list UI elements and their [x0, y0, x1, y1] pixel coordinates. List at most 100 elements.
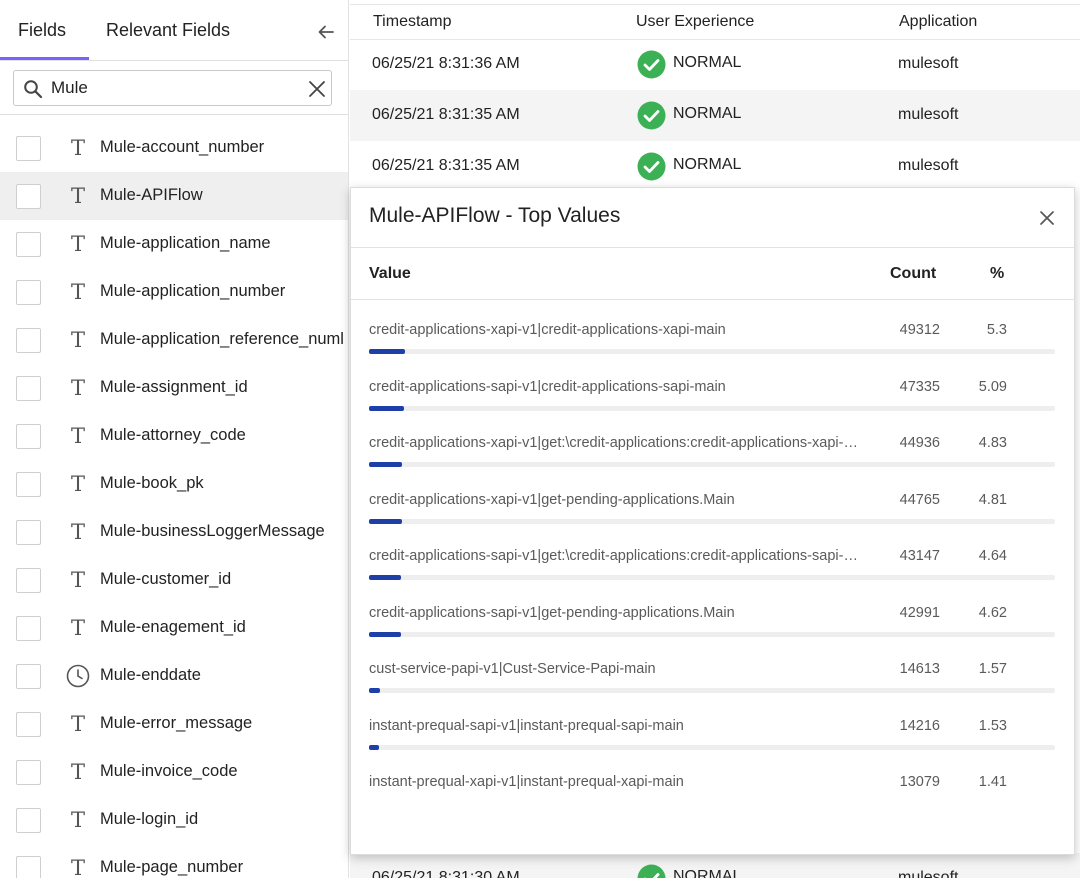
- field-checkbox[interactable]: [16, 280, 41, 305]
- top-value-row[interactable]: credit-applications-xapi-v1|get:\credit-…: [351, 435, 1074, 491]
- top-value-label: credit-applications-sapi-v1|get:\credit-…: [369, 548, 869, 564]
- text-type-icon: T: [70, 280, 85, 304]
- field-name: Mule-login_id: [100, 810, 199, 828]
- close-icon[interactable]: [1037, 208, 1057, 228]
- field-checkbox[interactable]: [16, 520, 41, 545]
- top-value-row[interactable]: instant-prequal-xapi-v1|instant-prequal-…: [351, 774, 1074, 830]
- text-type-icon: T: [70, 376, 85, 400]
- text-type-icon: T: [70, 856, 85, 878]
- arrow-left-icon[interactable]: [316, 22, 336, 42]
- close-icon[interactable]: [307, 79, 327, 99]
- top-value-percent: 4.64: [978, 548, 1007, 564]
- field-name: Mule-application_reference_numl: [100, 330, 344, 348]
- field-list-item[interactable]: T Mule-APIFlow: [0, 172, 348, 220]
- field-name: Mule-invoice_code: [100, 762, 238, 780]
- top-value-percent: 5.09: [978, 378, 1007, 395]
- top-value-row[interactable]: credit-applications-sapi-v1|get:\credit-…: [351, 548, 1074, 604]
- top-value-percent: 5.3: [986, 322, 1007, 338]
- top-value-label: credit-applications-xapi-v1|get:\credit-…: [369, 435, 869, 451]
- field-list-item[interactable]: T Mule-enagement_id: [0, 604, 348, 652]
- text-type-icon: T: [70, 712, 85, 736]
- share-bar-track: [369, 518, 1055, 524]
- top-value-percent: 4.81: [978, 491, 1007, 508]
- field-checkbox[interactable]: [16, 616, 41, 641]
- share-bar-fill: [369, 405, 404, 411]
- field-checkbox[interactable]: [16, 376, 41, 401]
- field-list-item[interactable]: T Mule-application_reference_numl: [0, 316, 348, 364]
- field-list-item[interactable]: T Mule-customer_id: [0, 556, 348, 604]
- field-list-item[interactable]: T Mule-page_number: [0, 844, 348, 878]
- top-value-percent: 4.62: [978, 604, 1007, 621]
- field-list-item[interactable]: T Mule-assignment_id: [0, 364, 348, 412]
- table-row[interactable]: 06/25/21 8:31:30 AM NORMAL mulesoft: [350, 853, 1080, 878]
- top-value-label: credit-applications-sapi-v1|get-pending-…: [369, 604, 735, 621]
- top-value-count: 47335: [899, 378, 940, 395]
- field-checkbox[interactable]: [16, 136, 41, 161]
- column-header-timestamp[interactable]: Timestamp: [373, 13, 452, 31]
- application-cell: mulesoft: [898, 55, 959, 72]
- field-checkbox[interactable]: [16, 808, 41, 833]
- field-list-item[interactable]: T Mule-account_number: [0, 124, 348, 172]
- table-row[interactable]: 06/25/21 8:31:35 AM NORMAL mulesoft: [350, 141, 1080, 192]
- top-value-count: 13079: [899, 774, 940, 790]
- field-list-item[interactable]: Mule-enddate: [0, 652, 348, 700]
- field-checkbox[interactable]: [16, 856, 41, 878]
- field-name: Mule-assignment_id: [100, 378, 248, 396]
- field-name: Mule-customer_id: [100, 570, 232, 588]
- fields-panel: Fields Relevant Fields T Mule-account_num…: [0, 0, 349, 878]
- field-list-item[interactable]: T Mule-attorney_code: [0, 412, 348, 460]
- top-value-row[interactable]: credit-applications-xapi-v1|get-pending-…: [351, 492, 1074, 548]
- field-list-item[interactable]: T Mule-application_name: [0, 220, 348, 268]
- field-checkbox[interactable]: [16, 664, 41, 689]
- field-checkbox[interactable]: [16, 328, 41, 353]
- field-checkbox[interactable]: [16, 424, 41, 449]
- column-header-application[interactable]: Application: [899, 13, 977, 31]
- text-type-icon: T: [70, 424, 85, 448]
- field-name: Mule-enagement_id: [100, 618, 246, 636]
- text-type-icon: T: [70, 328, 85, 352]
- field-list-item[interactable]: T Mule-book_pk: [0, 460, 348, 508]
- top-value-percent: 4.83: [978, 435, 1007, 451]
- top-value-count: 14613: [899, 661, 940, 677]
- column-header-user-experience[interactable]: User Experience: [636, 13, 754, 31]
- top-value-count: 49312: [899, 322, 940, 338]
- share-bar-fill: [369, 349, 406, 354]
- text-type-icon: T: [70, 616, 85, 640]
- field-search: [13, 70, 332, 106]
- field-list: T Mule-account_number T Mule-APIFlow T Mule-a…: [0, 124, 348, 878]
- field-list-item[interactable]: T Mule-invoice_code: [0, 748, 348, 796]
- field-checkbox[interactable]: [16, 712, 41, 737]
- table-row[interactable]: 06/25/21 8:31:36 AM NORMAL mulesoft: [350, 39, 1080, 90]
- field-checkbox[interactable]: [16, 760, 41, 785]
- dialog-header: Mule-APIFlow - Top Values: [351, 188, 1074, 248]
- table-row[interactable]: 06/25/21 8:31:35 AM NORMAL mulesoft: [350, 90, 1080, 141]
- top-values-header: Value Count %: [351, 248, 1074, 300]
- text-type-icon: T: [70, 520, 85, 544]
- timestamp-cell: 06/25/21 8:31:35 AM: [372, 106, 520, 123]
- field-checkbox[interactable]: [16, 184, 41, 209]
- check-circle-icon: [637, 864, 666, 878]
- field-checkbox[interactable]: [16, 472, 41, 497]
- tab-fields[interactable]: Fields: [18, 20, 66, 41]
- field-checkbox[interactable]: [16, 568, 41, 593]
- top-value-row[interactable]: credit-applications-sapi-v1|credit-appli…: [351, 379, 1074, 435]
- field-checkbox[interactable]: [16, 232, 41, 257]
- field-list-item[interactable]: T Mule-login_id: [0, 796, 348, 844]
- text-type-icon: T: [70, 568, 85, 592]
- share-bar-track: [369, 405, 1055, 411]
- share-bar-fill: [369, 631, 401, 637]
- top-value-label: credit-applications-sapi-v1|credit-appli…: [369, 378, 726, 395]
- search-input[interactable]: [51, 76, 301, 100]
- top-value-row[interactable]: credit-applications-sapi-v1|get-pending-…: [351, 605, 1074, 661]
- field-list-item[interactable]: T Mule-application_number: [0, 268, 348, 316]
- top-value-row[interactable]: instant-prequal-sapi-v1|instant-prequal-…: [351, 718, 1074, 774]
- top-value-row[interactable]: credit-applications-xapi-v1|credit-appli…: [351, 322, 1074, 378]
- top-value-label: instant-prequal-sapi-v1|instant-prequal-…: [369, 717, 684, 734]
- field-list-item[interactable]: T Mule-error_message: [0, 700, 348, 748]
- top-value-row[interactable]: cust-service-papi-v1|Cust-Service-Papi-m…: [351, 661, 1074, 717]
- text-type-icon: T: [70, 808, 85, 832]
- share-bar-fill: [369, 462, 403, 467]
- tab-relevant-fields[interactable]: Relevant Fields: [106, 20, 230, 41]
- status-label: NORMAL: [673, 54, 742, 71]
- field-list-item[interactable]: T Mule-businessLoggerMessage: [0, 508, 348, 556]
